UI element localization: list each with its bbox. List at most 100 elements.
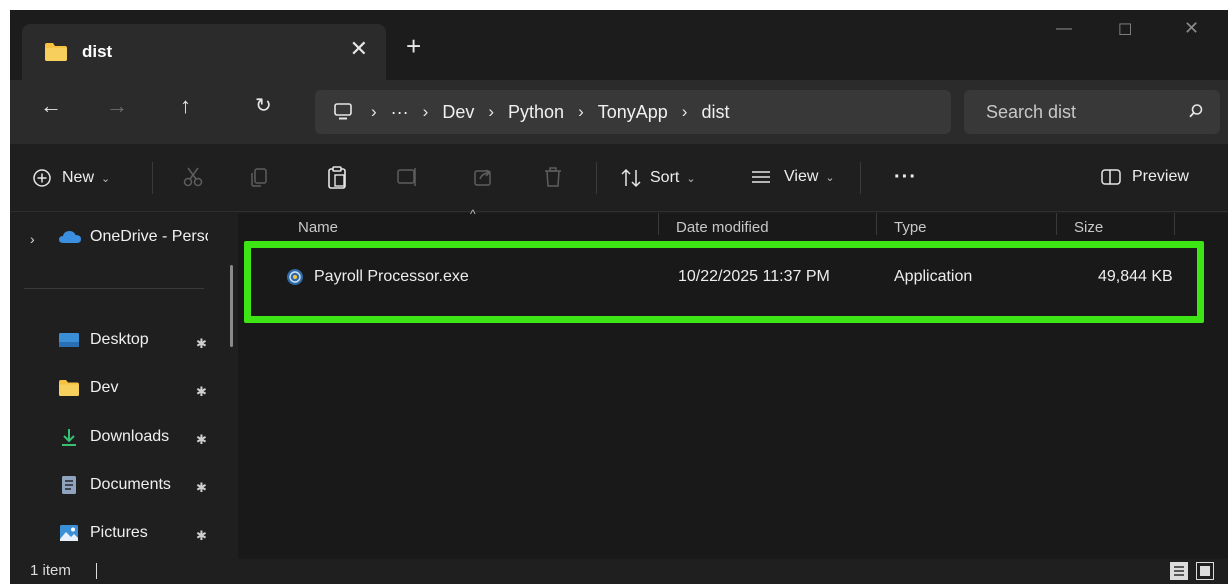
breadcrumb-tonyapp[interactable]: TonyApp: [598, 102, 668, 123]
background-strip: [0, 0, 1228, 10]
column-size-label: Size: [1074, 219, 1104, 236]
column-divider[interactable]: [658, 213, 659, 235]
column-divider[interactable]: [1174, 213, 1175, 235]
address-toolbar: ← → ↑ ↻ › ··· › Dev › Python › TonyApp ›…: [10, 80, 1228, 144]
column-date-label: Date modified: [676, 219, 769, 236]
toolbar-divider: [152, 162, 153, 194]
sidebar-item-label: Desktop: [90, 331, 149, 348]
toolbar-divider: [860, 162, 861, 194]
breadcrumb-dist[interactable]: dist: [701, 102, 729, 123]
back-button[interactable]: ←: [40, 94, 62, 118]
sort-ascending-icon: ^: [470, 207, 476, 221]
pictures-icon: [60, 525, 78, 541]
breadcrumb-overflow[interactable]: ···: [391, 102, 409, 123]
pin-icon[interactable]: ✱: [196, 528, 207, 544]
onedrive-cloud-icon: [59, 231, 81, 243]
sidebar-item-onedrive[interactable]: OneDrive - Personal: [58, 228, 208, 246]
breadcrumb-dev[interactable]: Dev: [442, 102, 474, 123]
preview-button[interactable]: Preview: [1100, 168, 1189, 186]
onedrive-label: OneDrive - Personal: [90, 228, 208, 245]
chevron-down-icon: ⌄: [101, 172, 111, 185]
pin-icon[interactable]: ✱: [196, 336, 207, 352]
title-bar: dist ✕ + — ☐ ✕: [10, 10, 1228, 80]
chevron-down-icon: ⌄: [686, 172, 696, 185]
pin-icon[interactable]: ✱: [196, 384, 207, 400]
tab-dist[interactable]: dist ✕: [22, 24, 386, 80]
sort-button[interactable]: Sort ⌄: [620, 168, 696, 188]
new-tab-button[interactable]: +: [406, 33, 421, 59]
maximize-button[interactable]: ☐: [1118, 20, 1132, 40]
rename-icon[interactable]: [396, 166, 418, 188]
status-divider: [96, 563, 97, 579]
this-pc-icon: [334, 103, 352, 120]
forward-button[interactable]: →: [106, 94, 128, 118]
preview-pane-icon: [1101, 169, 1121, 185]
pin-icon[interactable]: ✱: [196, 480, 207, 496]
sidebar-item-desktop[interactable]: Desktop: [58, 331, 149, 349]
command-bar: New ⌄ Sort ⌄ View ⌄ ··· Preview: [10, 144, 1228, 212]
pin-icon[interactable]: ✱: [196, 432, 207, 448]
tiles-view-icon[interactable]: [1196, 562, 1214, 580]
documents-icon: [62, 476, 76, 494]
sidebar-divider: [24, 288, 204, 289]
delete-icon[interactable]: [542, 166, 564, 188]
desktop-icon: [59, 333, 79, 347]
sidebar-item-label: Pictures: [90, 524, 148, 541]
column-header-date[interactable]: Date modified: [666, 213, 876, 243]
search-box[interactable]: Search dist: [964, 90, 1220, 134]
status-bar: 1 item: [10, 559, 1228, 584]
sidebar-item-label: Documents: [90, 476, 171, 493]
share-icon[interactable]: [472, 166, 494, 188]
breadcrumb-separator: ›: [371, 102, 377, 121]
column-header-type[interactable]: Type: [884, 213, 1056, 243]
sidebar-scrollbar[interactable]: [230, 265, 233, 347]
view-label: View: [784, 168, 819, 185]
folder-icon: [45, 43, 67, 61]
details-lines-icon: [1174, 566, 1184, 576]
minimize-button[interactable]: —: [1056, 20, 1072, 38]
sidebar-item-dev[interactable]: Dev: [58, 379, 118, 397]
new-label: New: [62, 169, 95, 186]
more-options-button[interactable]: ···: [894, 166, 917, 189]
cut-icon[interactable]: [182, 166, 204, 188]
sidebar-item-downloads[interactable]: Downloads: [58, 427, 169, 447]
breadcrumb-separator: ›: [422, 102, 429, 121]
view-list-icon: [752, 171, 770, 183]
preview-label: Preview: [1132, 168, 1189, 185]
sidebar-item-label: Downloads: [90, 428, 170, 445]
details-view-icon[interactable]: [1170, 562, 1188, 580]
paste-icon[interactable]: [326, 166, 348, 190]
search-placeholder: Search dist: [986, 102, 1077, 122]
column-name-label: Name: [298, 219, 339, 236]
sidebar-item-pictures[interactable]: Pictures: [58, 523, 148, 543]
navigation-pane: › OneDrive - Personal Desktop ✱ Dev ✱: [10, 213, 233, 559]
view-button[interactable]: View ⌄: [750, 168, 835, 186]
plus-circle-icon: [33, 169, 51, 187]
close-tab-icon[interactable]: ✕: [350, 38, 368, 60]
column-divider[interactable]: [876, 213, 877, 235]
up-button[interactable]: ↑: [180, 94, 191, 118]
tiles-square-icon: [1200, 566, 1210, 576]
tab-title: dist: [82, 42, 113, 61]
column-header-size[interactable]: Size: [1064, 213, 1174, 243]
toolbar-divider: [596, 162, 597, 194]
column-divider[interactable]: [1056, 213, 1057, 235]
expand-chevron-icon[interactable]: ›: [30, 231, 35, 247]
breadcrumb-python[interactable]: Python: [508, 102, 564, 123]
breadcrumb-separator: ›: [488, 102, 495, 121]
folder-icon: [59, 380, 79, 396]
sidebar-item-documents[interactable]: Documents: [58, 475, 171, 495]
search-icon: [1189, 104, 1203, 118]
file-list: Name ^ Date modified Type Size Payroll P…: [238, 207, 1228, 559]
file-explorer-window: dist ✕ + — ☐ ✕ ← → ↑ ↻ › ··· › Dev › Pyt…: [10, 10, 1228, 584]
address-bar[interactable]: › ··· › Dev › Python › TonyApp › dist: [315, 90, 951, 134]
chevron-down-icon: ⌄: [825, 171, 835, 184]
sidebar-item-label: Dev: [90, 379, 119, 396]
close-window-button[interactable]: ✕: [1184, 18, 1199, 39]
refresh-button[interactable]: ↻: [255, 94, 272, 118]
column-type-label: Type: [894, 219, 927, 236]
item-count: 1 item: [30, 562, 71, 579]
download-icon: [62, 429, 76, 446]
new-button[interactable]: New ⌄: [32, 168, 110, 188]
copy-icon[interactable]: [248, 166, 270, 188]
